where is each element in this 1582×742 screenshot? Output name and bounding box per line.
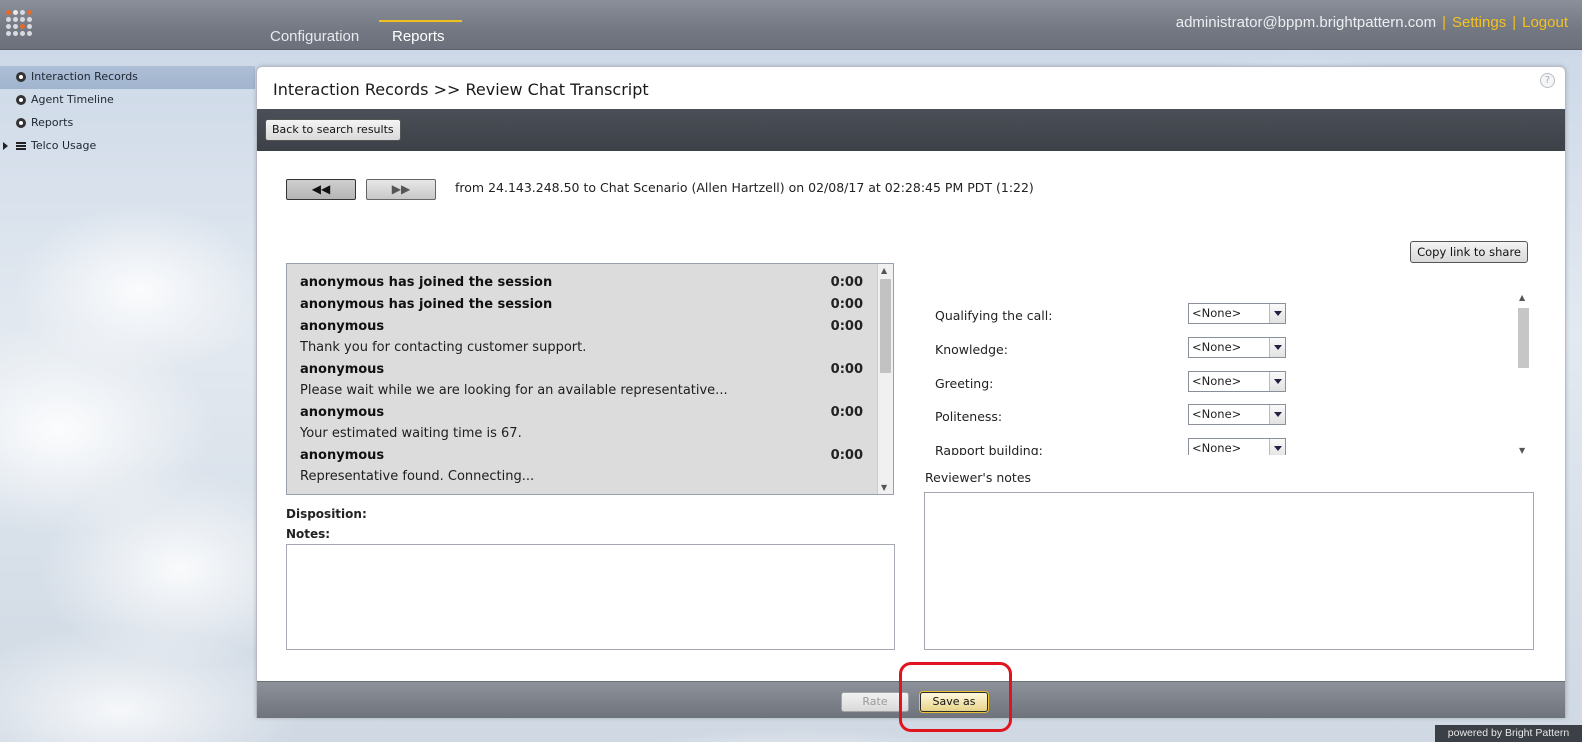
- chevron-down-icon[interactable]: [1269, 405, 1285, 424]
- evaluation-row: Politeness: <None>: [935, 404, 1495, 426]
- sidebar-item-label: Agent Timeline: [31, 93, 114, 106]
- chat-transcript[interactable]: anonymous has joined the session 0:00 an…: [286, 263, 894, 495]
- select-value: <None>: [1192, 407, 1242, 421]
- scroll-down-icon[interactable]: ▼: [881, 483, 887, 492]
- select-value: <None>: [1192, 340, 1242, 354]
- message-text: Your estimated waiting time is 67.: [300, 426, 522, 441]
- evaluation-label: Politeness:: [935, 409, 1003, 424]
- message-author: anonymous has joined the session: [300, 297, 553, 312]
- message-time: 0:00: [830, 319, 863, 334]
- interaction-info: from 24.143.248.50 to Chat Scenario (All…: [455, 180, 1034, 195]
- message-author: anonymous: [300, 362, 385, 377]
- sidebar-item-label: Interaction Records: [31, 70, 138, 83]
- sidebar-item-label: Reports: [31, 116, 74, 129]
- evaluation-scrollbar[interactable]: ▲ ▼: [1516, 293, 1529, 455]
- evaluation-row: Qualifying the call: <None>: [935, 303, 1495, 325]
- transcript-scrollbar[interactable]: ▲ ▼: [877, 264, 893, 494]
- page-title: Interaction Records >> Review Chat Trans…: [273, 80, 649, 99]
- notes-field[interactable]: [286, 544, 895, 650]
- expand-arrow-icon[interactable]: [3, 142, 8, 150]
- sidebar-item-interaction-records[interactable]: Interaction Records: [0, 66, 255, 89]
- separator: |: [1512, 14, 1517, 31]
- rapport-select[interactable]: <None>: [1188, 438, 1286, 455]
- logout-link[interactable]: Logout: [1522, 14, 1568, 31]
- sidebar-item-reports[interactable]: Reports: [0, 112, 255, 135]
- top-bar: Configuration Reports administrator@bppm…: [0, 0, 1582, 50]
- message-time: 0:00: [830, 405, 863, 420]
- content-area: ◀◀ ▶▶ from 24.143.248.50 to Chat Scenari…: [257, 151, 1565, 681]
- previous-button[interactable]: ◀◀: [286, 179, 356, 200]
- message-text: Representative found. Connecting...: [300, 469, 535, 484]
- message-author: anonymous: [300, 319, 385, 334]
- chevron-down-icon[interactable]: [1269, 439, 1285, 455]
- notes-label: Notes:: [286, 527, 331, 541]
- evaluation-label: Qualifying the call:: [935, 308, 1053, 323]
- qualifying-select[interactable]: <None>: [1188, 303, 1286, 324]
- user-area: administrator@bppm.brightpattern.com | Set…: [1176, 14, 1568, 31]
- save-as-highlight: [899, 662, 1012, 732]
- evaluation-form: Qualifying the call: <None> Knowledge: <…: [924, 293, 1534, 455]
- chevron-down-icon[interactable]: [1269, 338, 1285, 357]
- main-panel: ? Interaction Records >> Review Chat Tra…: [256, 66, 1566, 718]
- transcript-message: anonymous 0:00 Please wait while we are …: [287, 359, 893, 402]
- message-author: anonymous: [300, 448, 385, 463]
- scroll-down-icon[interactable]: ▼: [1519, 446, 1525, 455]
- scrollbar-thumb[interactable]: [1518, 308, 1529, 368]
- evaluation-label: Knowledge:: [935, 342, 1008, 357]
- knowledge-select[interactable]: <None>: [1188, 337, 1286, 358]
- select-value: <None>: [1192, 306, 1242, 320]
- powered-by-label: powered by Bright Pattern: [1435, 725, 1582, 742]
- bullet-icon: [16, 72, 26, 82]
- evaluation-row: Greeting: <None>: [935, 371, 1495, 393]
- settings-link[interactable]: Settings: [1452, 14, 1506, 31]
- message-text: Please wait while we are looking for an …: [300, 383, 728, 398]
- select-value: <None>: [1192, 441, 1242, 455]
- next-button[interactable]: ▶▶: [366, 179, 436, 200]
- tab-configuration[interactable]: Configuration: [270, 28, 359, 45]
- message-author: anonymous has joined the session: [300, 275, 553, 290]
- evaluation-label: Rapport building:: [935, 443, 1043, 455]
- evaluation-row: Knowledge: <None>: [935, 337, 1495, 359]
- message-time: 0:00: [830, 297, 863, 312]
- message-time: 0:00: [830, 275, 863, 290]
- transcript-message: anonymous 0:00 Your estimated waiting ti…: [287, 402, 893, 445]
- brand-logo-icon: [6, 10, 38, 42]
- evaluation-row: Rapport building: <None>: [935, 438, 1495, 455]
- back-to-search-button[interactable]: Back to search results: [265, 119, 401, 141]
- list-icon: [16, 142, 26, 150]
- politeness-select[interactable]: <None>: [1188, 404, 1286, 425]
- select-value: <None>: [1192, 374, 1242, 388]
- disposition-label: Disposition:: [286, 507, 367, 521]
- evaluation-label: Greeting:: [935, 376, 994, 391]
- message-time: 0:00: [830, 448, 863, 463]
- greeting-select[interactable]: <None>: [1188, 371, 1286, 392]
- reviewer-notes-field[interactable]: [924, 492, 1534, 650]
- transcript-message: anonymous has joined the session 0:00: [287, 272, 893, 294]
- sidebar: Interaction Records Agent Timeline Repor…: [0, 66, 255, 158]
- transcript-message: anonymous has joined the session 0:00: [287, 294, 893, 316]
- chevron-down-icon[interactable]: [1269, 372, 1285, 391]
- tab-reports[interactable]: Reports: [392, 28, 445, 45]
- reviewer-notes-label: Reviewer's notes: [925, 470, 1032, 485]
- user-email: administrator@bppm.brightpattern.com: [1175, 14, 1437, 31]
- transcript-message: anonymous 0:00 Representative found. Con…: [287, 445, 893, 488]
- transcript-message: anonymous 0:00 Thank you for contacting …: [287, 316, 893, 359]
- copy-link-button[interactable]: Copy link to share: [1410, 241, 1528, 263]
- separator: |: [1442, 14, 1446, 31]
- message-text: Thank you for contacting customer suppor…: [300, 340, 587, 355]
- message-author: anonymous: [300, 405, 385, 420]
- toolbar: Back to search results: [257, 109, 1565, 151]
- active-tab-indicator: [379, 20, 462, 22]
- bullet-icon: [16, 118, 26, 128]
- scroll-up-icon[interactable]: ▲: [881, 266, 887, 275]
- sidebar-item-label: Telco Usage: [31, 139, 97, 152]
- chevron-down-icon[interactable]: [1269, 304, 1285, 323]
- scrollbar-thumb[interactable]: [880, 279, 891, 373]
- sidebar-item-agent-timeline[interactable]: Agent Timeline: [0, 89, 255, 112]
- sidebar-item-telco-usage[interactable]: Telco Usage: [0, 135, 255, 158]
- scroll-up-icon[interactable]: ▲: [1519, 293, 1525, 302]
- help-icon[interactable]: ?: [1540, 73, 1555, 88]
- bullet-icon: [16, 95, 26, 105]
- message-time: 0:00: [830, 362, 863, 377]
